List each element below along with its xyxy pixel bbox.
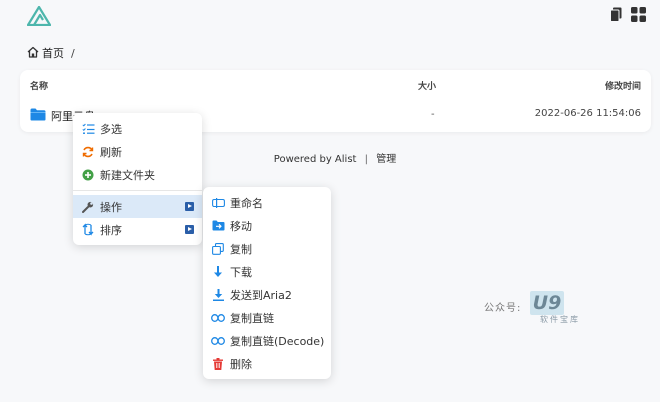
grid-view-icon[interactable] [631,7,646,25]
powered-by-link[interactable]: Powered by Alist [274,154,357,165]
watermark: 公众号: U9 软件宝库 [484,290,584,326]
submenu-item-move[interactable]: 移动 [203,214,331,237]
link-icon [211,334,225,348]
folder-icon [30,108,46,124]
menu-item-label: 多选 [100,122,122,136]
submenu-item-copy[interactable]: 复制 [203,237,331,260]
top-toolbar [610,7,646,25]
column-header-name[interactable]: 名称 [30,79,48,92]
file-size: - [431,109,435,120]
alist-logo[interactable] [27,6,51,26]
menu-item-label: 下载 [230,265,252,279]
menu-item-label: 操作 [100,200,122,214]
checklist-icon [81,122,95,136]
add-circle-icon [81,168,95,182]
watermark-subtitle: 软件宝库 [540,315,580,324]
footer-separator: | [364,154,369,165]
submenu-arrow-icon [185,225,194,234]
menu-item-label: 复制直链(Decode) [230,334,325,348]
refresh-icon [81,145,95,159]
breadcrumb: 首页 / [27,45,75,61]
menu-item-label: 复制直链 [230,311,274,325]
breadcrumb-separator: / [71,46,75,60]
menu-item-operations[interactable]: 操作 [73,195,202,218]
menu-item-label: 新建文件夹 [100,168,155,182]
copy-icon[interactable] [610,7,622,25]
watermark-label: 公众号: [484,303,522,314]
menu-item-label: 刷新 [100,145,122,159]
column-header-modified[interactable]: 修改时间 [605,79,641,92]
menu-item-label: 删除 [230,357,252,371]
submenu-arrow-icon [185,202,194,211]
folder-move-icon [211,219,225,233]
rename-icon [211,196,225,210]
menu-item-label: 重命名 [230,196,263,210]
menu-item-label: 移动 [230,219,252,233]
operations-submenu: 重命名 移动 复制 下载 发送到Aria2 复制直链 复制直链(Decode) … [203,187,331,379]
menu-item-label: 排序 [100,223,122,237]
context-menu: 多选 刷新 新建文件夹 操作 排序 [73,113,202,245]
menu-item-multiselect[interactable]: 多选 [73,117,202,140]
home-icon[interactable] [27,46,39,61]
arrow-down-icon [211,265,225,279]
breadcrumb-home[interactable]: 首页 [42,45,64,61]
submenu-item-send-aria2[interactable]: 发送到Aria2 [203,283,331,306]
submenu-item-copy-link-decode[interactable]: 复制直链(Decode) [203,329,331,352]
column-header-size[interactable]: 大小 [418,79,436,92]
copy-icon [211,242,225,256]
wrench-icon [81,200,95,214]
submenu-item-download[interactable]: 下载 [203,260,331,283]
submenu-item-rename[interactable]: 重命名 [203,191,331,214]
watermark-logo: U9 [530,291,564,315]
submenu-item-delete[interactable]: 删除 [203,352,331,375]
menu-item-new-folder[interactable]: 新建文件夹 [73,163,202,186]
link-icon [211,311,225,325]
trash-icon [211,357,225,371]
menu-item-label: 发送到Aria2 [230,288,292,302]
menu-item-label: 复制 [230,242,252,256]
sort-icon [81,223,95,237]
manage-link[interactable]: 管理 [376,154,396,165]
submenu-item-copy-link[interactable]: 复制直链 [203,306,331,329]
download-tray-icon [211,288,225,302]
menu-item-sort[interactable]: 排序 [73,218,202,241]
menu-divider [73,190,202,191]
menu-item-refresh[interactable]: 刷新 [73,140,202,163]
file-modified: 2022-06-26 11:54:06 [534,108,641,119]
